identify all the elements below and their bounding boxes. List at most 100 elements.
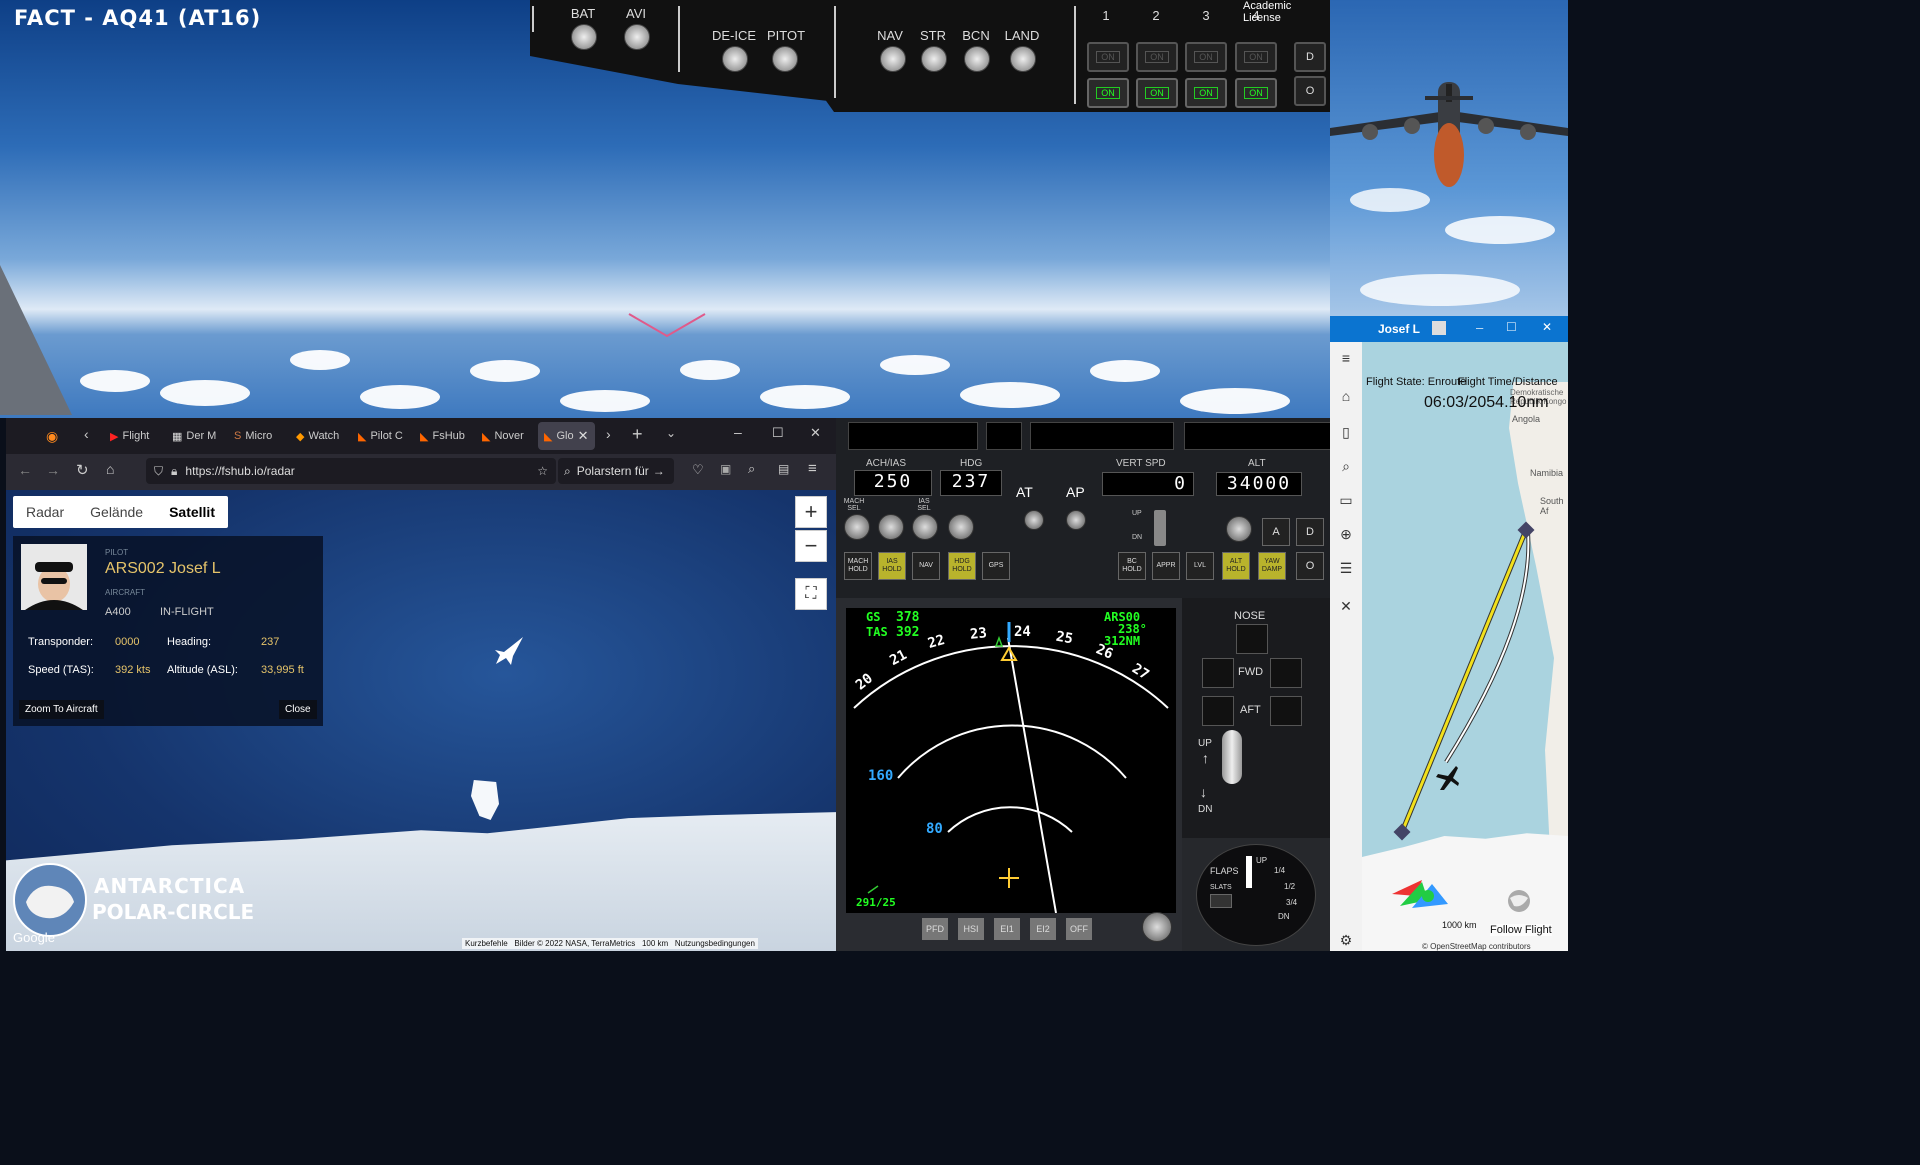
- zoom-to-aircraft-button[interactable]: Zoom To Aircraft: [19, 700, 104, 719]
- url-field[interactable]: ⛉ 🔒︎ https://fshub.io/radar ☆: [146, 458, 556, 484]
- close-window-icon[interactable]: ✕: [1542, 320, 1552, 334]
- tab-scroll-left-icon[interactable]: ‹: [84, 426, 89, 442]
- tab-flight[interactable]: ▶ Flight: [110, 422, 149, 450]
- appr-button[interactable]: APPR: [1152, 552, 1180, 580]
- ias-knob[interactable]: [878, 514, 904, 540]
- tab-fshub[interactable]: ◣ FsHub: [420, 422, 465, 450]
- aircraft-marker-icon[interactable]: [492, 634, 526, 668]
- ap-a-button[interactable]: A: [1262, 518, 1290, 546]
- zoom-out-button[interactable]: −: [795, 530, 827, 562]
- nd-softkey-hsi[interactable]: HSI: [958, 918, 984, 940]
- document-icon[interactable]: ▭: [1338, 492, 1354, 508]
- engine-4-bottom-button[interactable]: ON: [1235, 78, 1277, 108]
- vs-wheel[interactable]: [1154, 510, 1166, 546]
- forward-icon[interactable]: →: [46, 462, 60, 478]
- nav-switch[interactable]: [880, 46, 906, 72]
- engine-1-top-button[interactable]: ON: [1087, 42, 1129, 72]
- land-switch[interactable]: [1010, 46, 1036, 72]
- pocket-icon[interactable]: ♡: [692, 462, 704, 478]
- map-type-gelande[interactable]: Gelände: [77, 496, 156, 528]
- nd-softkey-off[interactable]: OFF: [1066, 918, 1092, 940]
- at-switch[interactable]: [1024, 510, 1044, 530]
- menu-icon[interactable]: ≡: [1338, 350, 1354, 366]
- flaps-lever[interactable]: [1246, 856, 1252, 888]
- back-icon[interactable]: ←: [18, 462, 32, 478]
- tab-micro[interactable]: S Micro: [234, 422, 272, 450]
- nd-range-knob[interactable]: [1142, 912, 1172, 942]
- overhead-o-button[interactable]: O: [1294, 76, 1326, 106]
- home-icon[interactable]: ⌂: [1338, 388, 1354, 404]
- search-icon[interactable]: ⌕: [1338, 458, 1354, 474]
- tab-nover[interactable]: ◣ Nover: [482, 422, 524, 450]
- go-arrow-icon[interactable]: →: [653, 464, 665, 478]
- hdg-knob[interactable]: [948, 514, 974, 540]
- tab-glo[interactable]: ◣ Glo ✕: [538, 422, 595, 450]
- ap-switch[interactable]: [1066, 510, 1086, 530]
- nd-softkey-ei2[interactable]: EI2: [1030, 918, 1056, 940]
- bc-hold-button[interactable]: BC HOLD: [1118, 552, 1146, 580]
- zoom-in-button[interactable]: +: [795, 496, 827, 528]
- pitot-switch[interactable]: [772, 46, 798, 72]
- list-icon[interactable]: ☰: [1338, 560, 1354, 576]
- tab-der-m[interactable]: ▦ Der M: [172, 422, 216, 450]
- follow-flight-toggle[interactable]: Follow Flight: [1490, 924, 1552, 936]
- logbook-icon[interactable]: ▯: [1338, 424, 1354, 440]
- ap-o-button[interactable]: O: [1296, 552, 1324, 580]
- gear-icon[interactable]: ⚙: [1338, 932, 1354, 948]
- tab-list-icon[interactable]: ⌄: [666, 426, 676, 440]
- ias-hold-button[interactable]: IAS HOLD: [878, 552, 906, 580]
- globe-icon[interactable]: ⊕: [1338, 526, 1354, 542]
- bcn-switch[interactable]: [964, 46, 990, 72]
- new-tab-icon[interactable]: +: [632, 424, 643, 445]
- nav-button[interactable]: NAV: [912, 552, 940, 580]
- hdg-hold-button[interactable]: HDG HOLD: [948, 552, 976, 580]
- engine-2-bottom-button[interactable]: ON: [1136, 78, 1178, 108]
- engine-3-bottom-button[interactable]: ON: [1185, 78, 1227, 108]
- shortcuts-link[interactable]: Kurzbefehle: [465, 939, 508, 948]
- engine-4-top-button[interactable]: ON: [1235, 42, 1277, 72]
- close-icon[interactable]: ✕: [1338, 598, 1354, 614]
- tab-pilot-c[interactable]: ◣ Pilot C: [358, 422, 403, 450]
- bookmark-star-icon[interactable]: ☆: [537, 464, 548, 478]
- yaw-damp-button[interactable]: YAW DAMP: [1258, 552, 1286, 580]
- map-type-satellit[interactable]: Satellit: [156, 496, 228, 528]
- mach-hold-button[interactable]: MACH HOLD: [844, 552, 872, 580]
- overhead-d-button[interactable]: D: [1294, 42, 1326, 72]
- fullscreen-icon[interactable]: ⛶: [795, 578, 827, 610]
- nd-softkey-ei1[interactable]: EI1: [994, 918, 1020, 940]
- terms-link[interactable]: Nutzungsbedingungen: [675, 939, 755, 948]
- close-tab-icon[interactable]: ✕: [578, 428, 589, 444]
- zoom-icon[interactable]: ⌕: [748, 461, 755, 477]
- alt-knob[interactable]: [1226, 516, 1252, 542]
- nd-softkey-pfd[interactable]: PFD: [922, 918, 948, 940]
- gps-button[interactable]: GPS: [982, 552, 1010, 580]
- home-icon[interactable]: ⌂: [106, 461, 114, 477]
- globe-icon[interactable]: [1504, 888, 1534, 914]
- avi-switch[interactable]: [624, 24, 650, 50]
- ap-d-button[interactable]: D: [1296, 518, 1324, 546]
- maximize-icon[interactable]: ☐: [772, 425, 784, 441]
- alt-hold-button[interactable]: ALT HOLD: [1222, 552, 1250, 580]
- gear-lever[interactable]: [1222, 730, 1242, 784]
- extension-icon[interactable]: ▣: [720, 462, 731, 476]
- search-field[interactable]: ⌕ Polarstern für →: [558, 458, 674, 484]
- deice-switch[interactable]: [722, 46, 748, 72]
- tab-scroll-right-icon[interactable]: ›: [606, 426, 611, 442]
- aircraft-position-icon[interactable]: [1434, 764, 1462, 792]
- tab-watch[interactable]: ◆ Watch: [296, 422, 339, 450]
- fshub-route-map[interactable]: Demokratische Republik Kongo Angola Nami…: [1362, 342, 1568, 951]
- engine-1-bottom-button[interactable]: ON: [1087, 78, 1129, 108]
- minimize-icon[interactable]: –: [1476, 320, 1483, 335]
- close-window-icon[interactable]: ✕: [810, 425, 821, 441]
- menu-icon[interactable]: ≡: [808, 460, 817, 477]
- engine-3-top-button[interactable]: ON: [1185, 42, 1227, 72]
- bat-switch[interactable]: [571, 24, 597, 50]
- reload-icon[interactable]: ↻: [76, 461, 89, 479]
- mach-sel-knob[interactable]: [844, 514, 870, 540]
- reader-icon[interactable]: ▤: [778, 462, 789, 476]
- str-switch[interactable]: [921, 46, 947, 72]
- minimize-icon[interactable]: –: [734, 424, 742, 440]
- satellite-map[interactable]: Radar Gelände Satellit + − ⛶ PILOT ARS00…: [6, 490, 836, 951]
- engine-2-top-button[interactable]: ON: [1136, 42, 1178, 72]
- ias-sel-knob[interactable]: [912, 514, 938, 540]
